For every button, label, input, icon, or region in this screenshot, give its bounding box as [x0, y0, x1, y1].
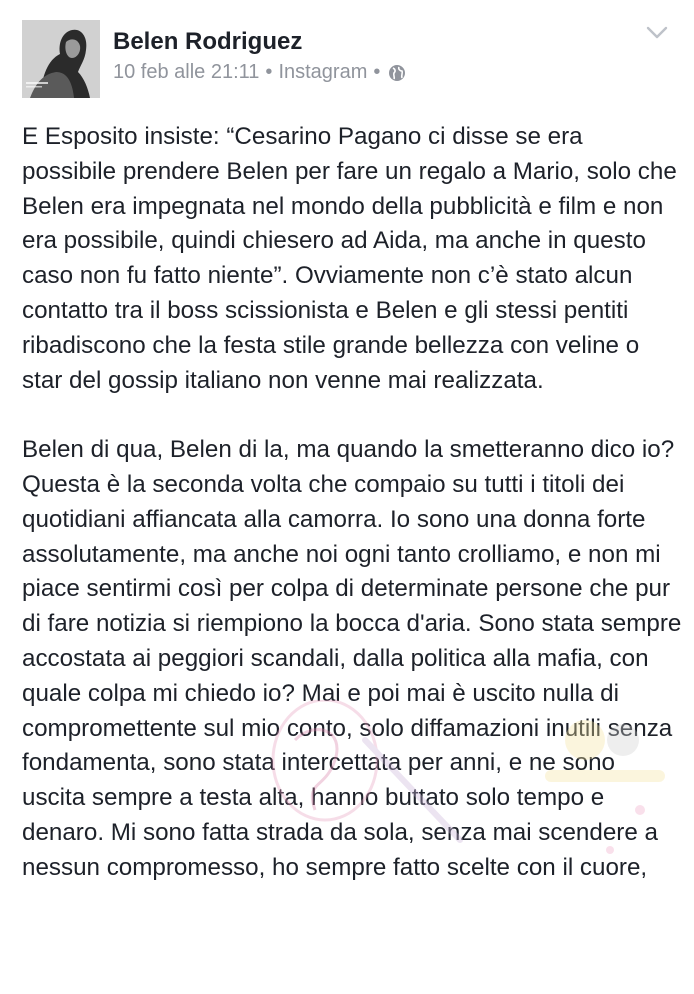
post-timestamp[interactable]: 10 feb alle 21:11 — [113, 61, 259, 84]
post-meta: 10 feb alle 21:11 • Instagram • — [113, 61, 406, 84]
profile-photo — [22, 20, 100, 98]
globe-icon — [388, 64, 406, 82]
meta-separator: • — [265, 61, 273, 83]
post-paragraph: E Esposito insiste: “Cesarino Pagano ci … — [22, 123, 677, 394]
author-name[interactable]: Belen Rodriguez — [113, 28, 302, 56]
post-paragraph: Belen di qua, Belen di la, ma quando la … — [22, 436, 682, 881]
meta-separator: • — [373, 61, 381, 83]
post-body: E Esposito insiste: “Cesarino Pagano ci … — [22, 120, 682, 886]
chevron-down-icon[interactable] — [646, 26, 668, 40]
post-header: Belen Rodriguez 10 feb alle 21:11 • Inst… — [0, 0, 694, 110]
avatar[interactable] — [22, 20, 100, 98]
post-source: Instagram — [278, 61, 368, 83]
